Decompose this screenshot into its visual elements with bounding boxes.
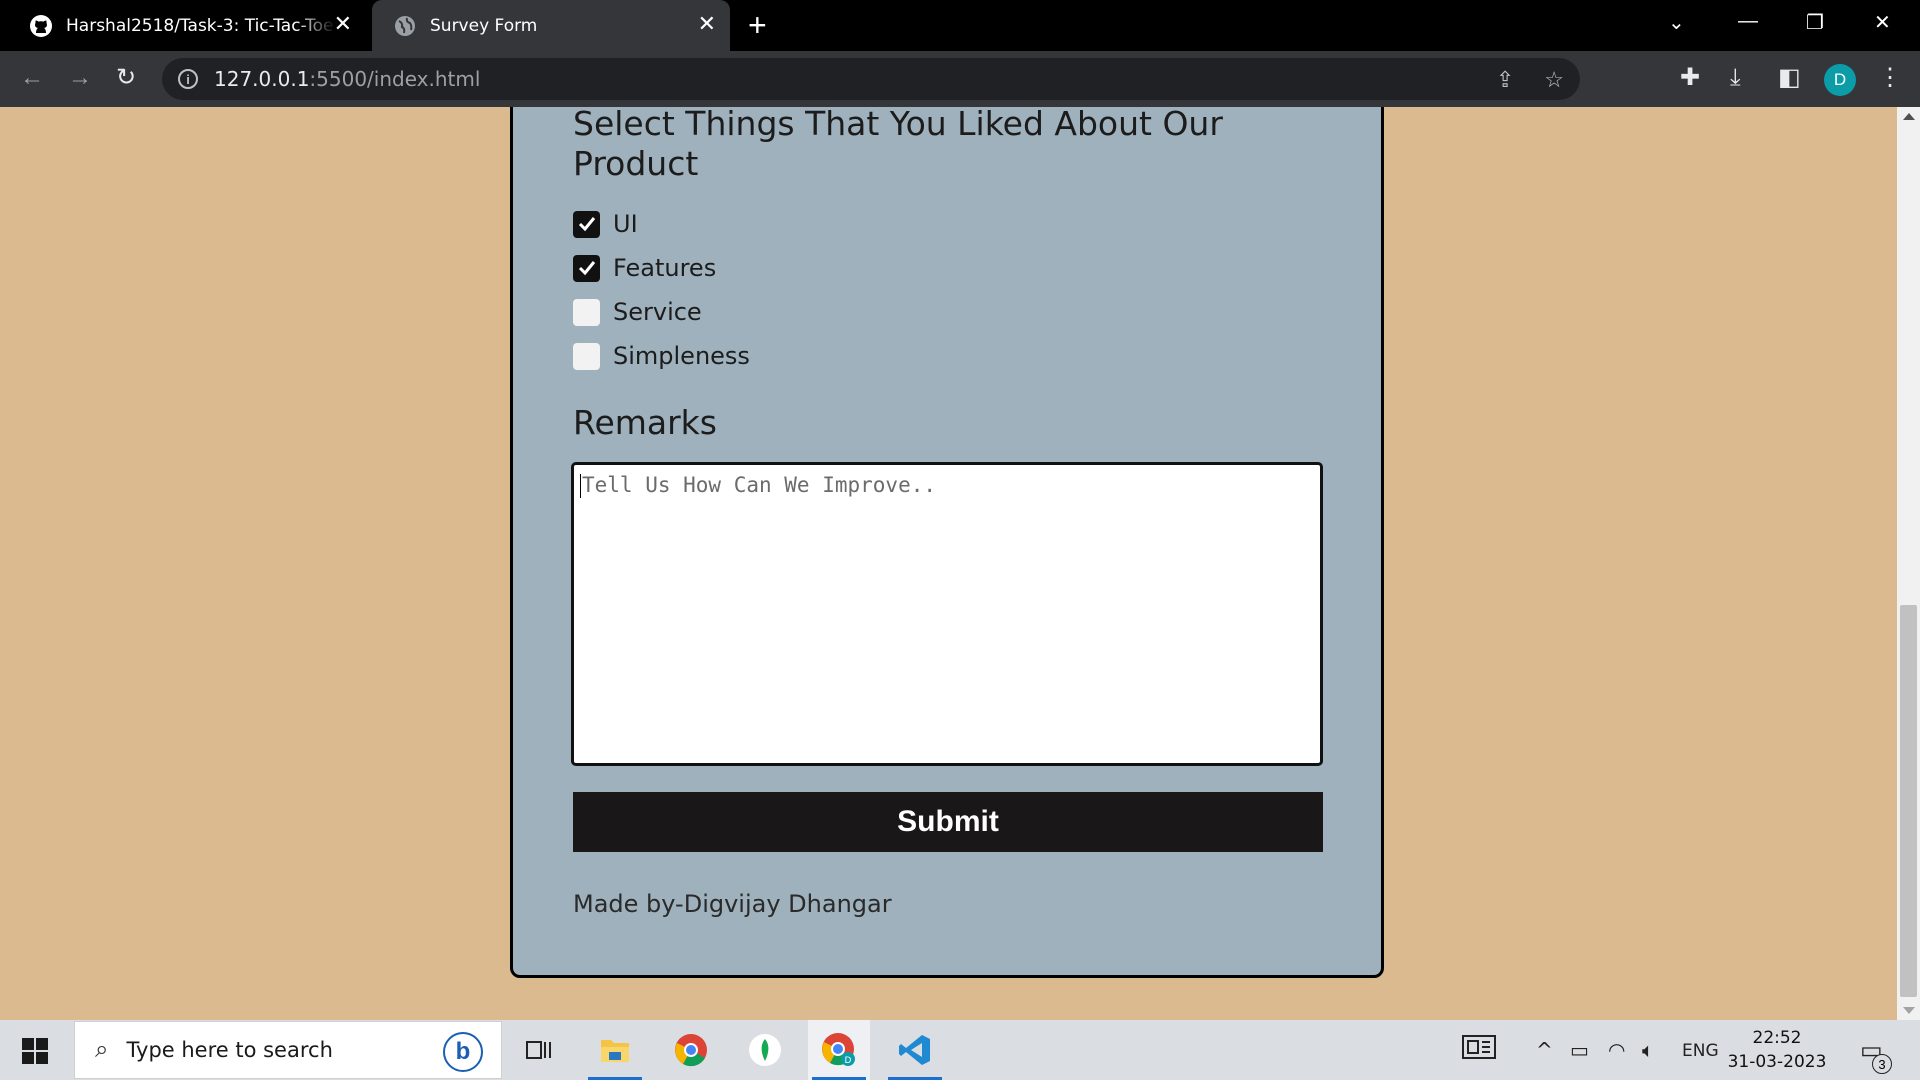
windows-start-icon[interactable]: [22, 1038, 48, 1064]
globe-icon: [392, 13, 418, 39]
reload-icon[interactable]: ↻: [116, 64, 136, 92]
system-clock[interactable]: 22:52 31-03-2023: [1722, 1026, 1832, 1074]
site-info-icon[interactable]: i: [178, 69, 198, 89]
new-tab-icon[interactable]: +: [748, 8, 767, 42]
checkbox-option-service[interactable]: Service: [573, 298, 702, 326]
tab-title: Survey Form: [430, 15, 538, 36]
checkbox-checked[interactable]: [573, 254, 600, 282]
task-view-icon[interactable]: [508, 1020, 570, 1080]
download-icon[interactable]: ⤓: [1730, 64, 1741, 92]
footer-credit: Made by-Digvijay Dhangar: [573, 890, 892, 918]
browser-toolbar: ← → ↻ i 127.0.0.1:5500/index.html ⇪ ☆ ✚ …: [0, 51, 1920, 107]
file-explorer-icon[interactable]: [584, 1020, 646, 1080]
minimize-icon[interactable]: —: [1738, 10, 1758, 33]
tab-strip: Harshal2518/Task-3: Tic-Tac-Toe ( ✕ Surv…: [0, 0, 1920, 51]
menu-icon[interactable]: ⋮: [1878, 64, 1902, 92]
scroll-thumb[interactable]: [1900, 605, 1917, 997]
tab-github[interactable]: Harshal2518/Task-3: Tic-Tac-Toe ( ✕: [0, 0, 366, 51]
chrome-profile-icon[interactable]: D: [808, 1020, 870, 1080]
text-caret: [580, 474, 581, 498]
tab-survey-form[interactable]: Survey Form ✕: [372, 0, 730, 51]
checkmark-icon: [578, 217, 595, 232]
remarks-placeholder: Tell Us How Can We Improve..: [582, 473, 937, 497]
address-bar[interactable]: i 127.0.0.1:5500/index.html ⇪ ☆: [162, 58, 1580, 100]
scroll-down-arrow-icon[interactable]: [1903, 1007, 1915, 1014]
close-tab-icon[interactable]: ✕: [334, 13, 352, 37]
close-window-icon[interactable]: ✕: [1874, 10, 1891, 35]
volume-icon[interactable]: 🔈︎: [1642, 1038, 1654, 1062]
tab-title: Harshal2518/Task-3: Tic-Tac-Toe (: [66, 15, 336, 36]
battery-icon[interactable]: ▭: [1570, 1038, 1589, 1062]
survey-card: Select Things That You Liked About Our P…: [510, 107, 1384, 978]
checkbox-option-features[interactable]: Features: [573, 254, 716, 282]
vscode-icon[interactable]: [884, 1020, 946, 1080]
bing-icon[interactable]: b: [443, 1032, 483, 1072]
checkbox-option-ui[interactable]: UI: [573, 210, 638, 238]
forward-icon[interactable]: →: [68, 64, 92, 92]
checkbox-option-simpleness[interactable]: Simpleness: [573, 342, 750, 370]
search-icon: ⌕: [95, 1036, 109, 1063]
notification-count-badge: 3: [1872, 1054, 1892, 1074]
remarks-textarea[interactable]: Tell Us How Can We Improve..: [571, 462, 1323, 766]
page-viewport: Select Things That You Liked About Our P…: [0, 107, 1897, 1020]
bookmark-star-icon[interactable]: ☆: [1544, 67, 1564, 93]
checkbox-label: Service: [613, 298, 702, 326]
restore-icon[interactable]: ❐: [1806, 10, 1824, 35]
clock-time: 22:52: [1752, 1028, 1802, 1048]
url-text: 127.0.0.1:5500/index.html: [214, 67, 481, 91]
page-scrollbar[interactable]: [1897, 107, 1920, 1020]
scroll-up-arrow-icon[interactable]: [1903, 113, 1915, 120]
checkbox-label: Simpleness: [613, 342, 750, 370]
checkbox-checked[interactable]: [573, 210, 600, 238]
checkbox-unchecked[interactable]: [573, 342, 600, 370]
news-widget-icon[interactable]: [1462, 1034, 1496, 1065]
remarks-heading: Remarks: [573, 403, 717, 442]
language-indicator[interactable]: ENG: [1682, 1041, 1719, 1061]
chrome-icon[interactable]: [660, 1020, 722, 1080]
chevron-up-icon[interactable]: ^: [1536, 1038, 1553, 1062]
share-icon[interactable]: ⇪: [1496, 67, 1514, 93]
clock-date: 31-03-2023: [1727, 1052, 1827, 1072]
side-panel-icon[interactable]: ◧: [1778, 64, 1801, 92]
checkbox-unchecked[interactable]: [573, 298, 600, 326]
svg-text:D: D: [845, 1056, 852, 1066]
search-placeholder: Type here to search: [126, 1038, 333, 1062]
close-tab-icon[interactable]: ✕: [698, 13, 716, 37]
tab-search-icon[interactable]: ⌄: [1668, 10, 1685, 35]
liked-things-heading: Select Things That You Liked About Our P…: [573, 107, 1223, 183]
github-icon: [28, 13, 54, 39]
taskbar-search-box[interactable]: ⌕ Type here to search b: [74, 1021, 502, 1079]
submit-button[interactable]: Submit: [573, 792, 1323, 852]
windows-taskbar: ⌕ Type here to search b D ^ ▭ ◠ 🔈︎ ENG 2…: [0, 1020, 1920, 1080]
checkbox-label: UI: [613, 210, 638, 238]
extensions-icon[interactable]: ✚: [1680, 64, 1700, 92]
back-icon[interactable]: ←: [20, 64, 44, 92]
mongodb-compass-icon[interactable]: [734, 1020, 796, 1080]
checkmark-icon: [578, 261, 595, 276]
checkbox-label: Features: [613, 254, 717, 282]
wifi-icon[interactable]: ◠: [1608, 1038, 1625, 1062]
profile-avatar[interactable]: D: [1824, 64, 1856, 96]
